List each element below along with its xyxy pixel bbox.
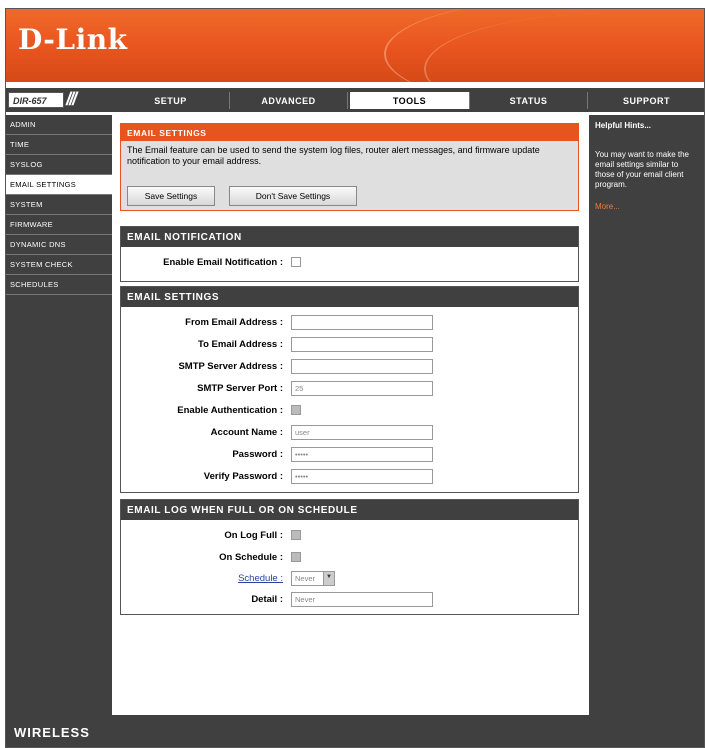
main-content: EMAIL SETTINGS The Email feature can be … [112,115,589,715]
sidebar-item-schedules[interactable]: SCHEDULES [6,275,112,295]
enable-auth-checkbox[interactable] [291,405,301,415]
smtp-address-row: SMTP Server Address : [121,358,580,376]
from-email-input[interactable] [291,315,433,330]
to-email-label: To Email Address : [198,339,283,350]
sidebar-item-firmware[interactable]: FIRMWARE [6,215,112,235]
to-email-row: To Email Address : [121,336,580,354]
on-schedule-row: On Schedule : [121,549,580,567]
email-notification-section: EMAIL NOTIFICATION Enable Email Notifica… [120,226,579,282]
enable-auth-row: Enable Authentication : [121,402,580,420]
section-title: EMAIL LOG WHEN FULL OR ON SCHEDULE [121,500,578,520]
sidebar-item-time[interactable]: TIME [6,135,112,155]
intro-description: The Email feature can be used to send th… [127,145,540,166]
schedule-row: Schedule : Never ▼ [121,570,580,588]
chevron-down-icon[interactable]: ▼ [323,572,334,585]
email-log-schedule-section: EMAIL LOG WHEN FULL OR ON SCHEDULE On Lo… [120,499,579,615]
sidebar-item-email-settings[interactable]: EMAIL SETTINGS [6,175,112,195]
help-text: You may want to make the email settings … [595,150,689,189]
dlink-logo: D-Link [18,23,128,56]
sidebar-item-admin[interactable]: ADMIN [6,115,112,135]
footer: WIRELESS [6,715,704,747]
verify-password-label: Verify Password : [203,471,283,482]
tab-status[interactable]: STATUS [470,92,588,109]
account-name-label: Account Name : [210,427,283,438]
from-email-label: From Email Address : [185,317,283,328]
smtp-address-label: SMTP Server Address : [178,361,283,372]
section-title: EMAIL SETTINGS [121,124,578,141]
account-name-row: Account Name : user [121,424,580,442]
model-badge: DIR-657 /// [6,88,110,112]
helpful-hints-panel: Helpful Hints... You may want to make th… [589,115,704,715]
router-admin-page: D-Link DIR-657 /// SETUP ADVANCED TOOLS … [5,8,705,748]
section-title: EMAIL SETTINGS [121,287,578,307]
sidebar-item-syslog[interactable]: SYSLOG [6,155,112,175]
enable-notification-label: Enable Email Notification : [163,257,283,268]
smtp-port-label: SMTP Server Port : [197,383,283,394]
smtp-port-row: SMTP Server Port : 25 [121,380,580,398]
wireless-label: WIRELESS [14,725,90,740]
detail-label: Detail : [251,594,283,605]
sidebar-item-system-check[interactable]: SYSTEM CHECK [6,255,112,275]
header-banner: D-Link [6,9,704,82]
tab-tools[interactable]: TOOLS [350,92,470,109]
sidebar: ADMIN TIME SYSLOG EMAIL SETTINGS SYSTEM … [6,115,112,715]
password-label: Password : [232,449,283,460]
enable-notification-checkbox[interactable] [291,257,301,267]
slash-decoration: /// [66,89,77,109]
verify-password-row: Verify Password : ••••• [121,468,580,486]
schedule-select-value: Never [295,574,316,583]
tab-support[interactable]: SUPPORT [589,92,704,109]
password-row: Password : ••••• [121,446,580,464]
save-settings-button[interactable]: Save Settings [127,186,215,206]
password-input[interactable]: ••••• [291,447,433,462]
sidebar-item-dynamic-dns[interactable]: DYNAMIC DNS [6,235,112,255]
tab-advanced[interactable]: ADVANCED [230,92,348,109]
verify-password-input[interactable]: ••••• [291,469,433,484]
on-schedule-checkbox[interactable] [291,552,301,562]
enable-notification-row: Enable Email Notification : [121,254,580,272]
log-full-label: On Log Full : [224,530,283,541]
schedule-link[interactable]: Schedule : [238,573,283,584]
on-schedule-label: On Schedule : [219,552,283,563]
model-label: DIR-657 [8,92,64,108]
dont-save-settings-button[interactable]: Don't Save Settings [229,186,357,206]
enable-auth-label: Enable Authentication : [177,405,283,416]
email-settings-section: EMAIL SETTINGS From Email Address : To E… [120,286,579,493]
tab-setup[interactable]: SETUP [112,92,230,109]
smtp-address-input[interactable] [291,359,433,374]
log-full-checkbox[interactable] [291,530,301,540]
smtp-port-input[interactable]: 25 [291,381,433,396]
account-name-input[interactable]: user [291,425,433,440]
detail-row: Detail : Never [121,591,580,609]
detail-input[interactable]: Never [291,592,433,607]
schedule-select[interactable]: Never ▼ [291,571,335,586]
help-title: Helpful Hints... [595,121,651,130]
sidebar-item-system[interactable]: SYSTEM [6,195,112,215]
more-link[interactable]: More... [595,202,698,211]
from-email-row: From Email Address : [121,314,580,332]
to-email-input[interactable] [291,337,433,352]
top-nav: DIR-657 /// SETUP ADVANCED TOOLS STATUS … [6,88,704,112]
intro-section: EMAIL SETTINGS The Email feature can be … [120,123,579,211]
log-full-row: On Log Full : [121,527,580,545]
section-title: EMAIL NOTIFICATION [121,227,578,247]
